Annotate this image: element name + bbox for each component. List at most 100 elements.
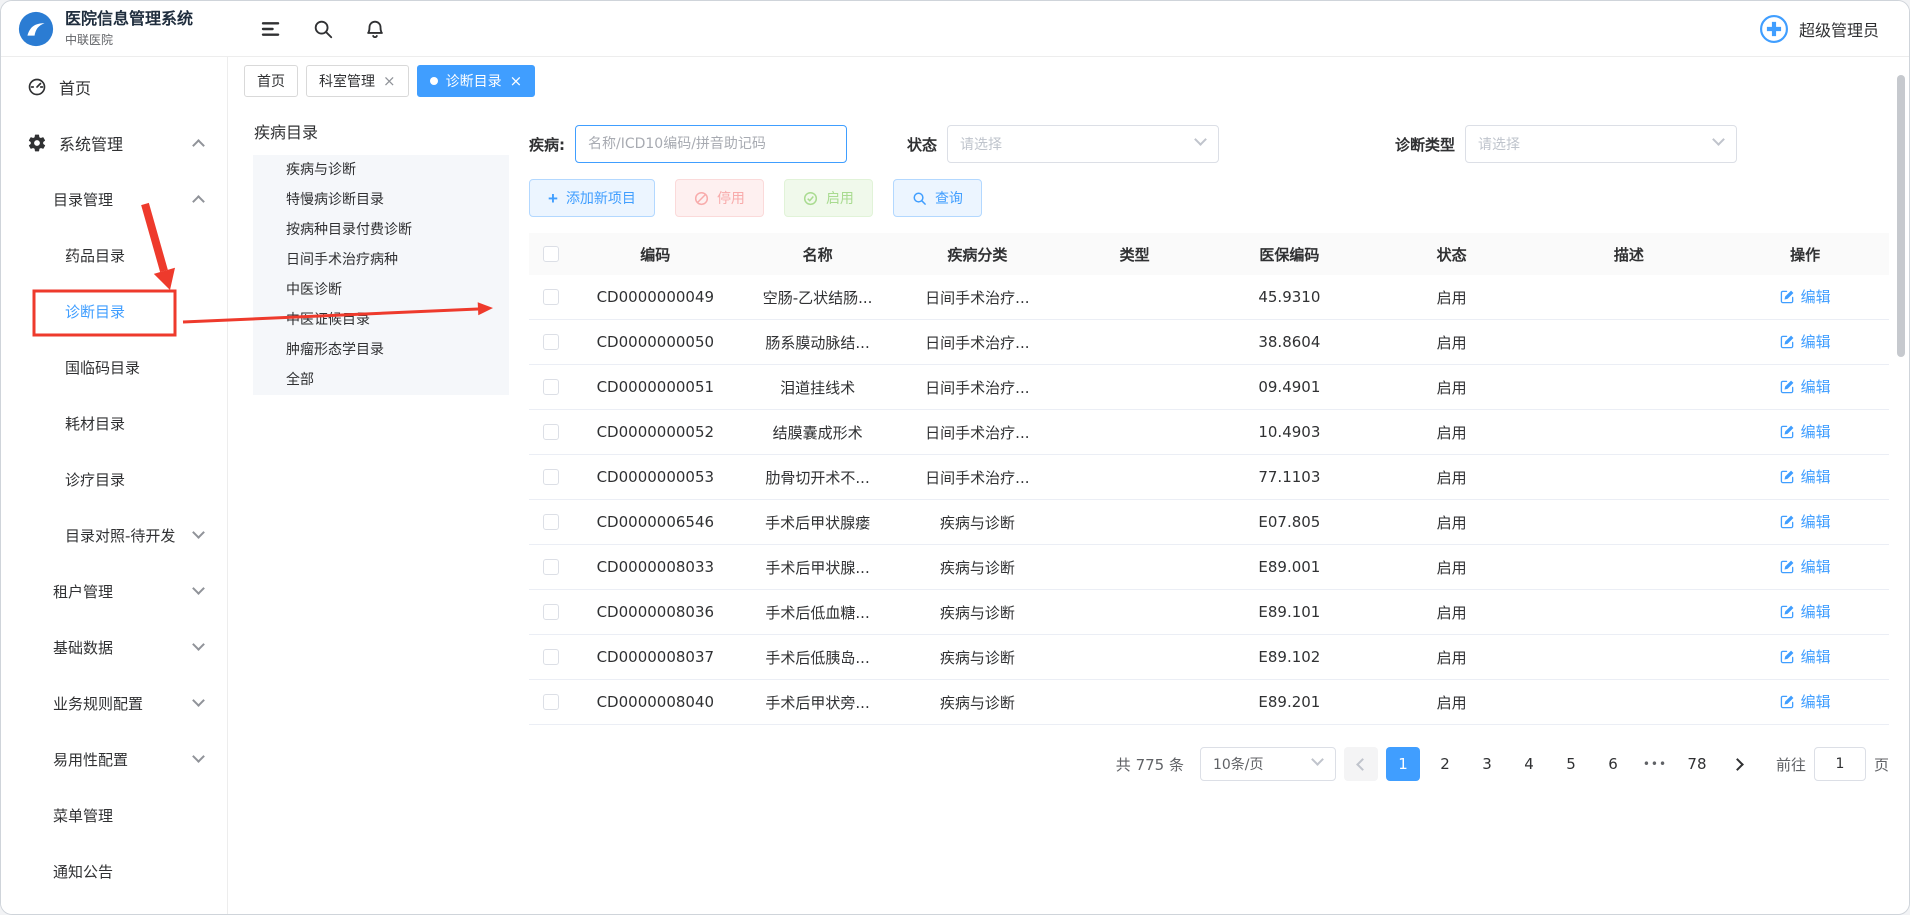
select-all-checkbox[interactable]	[543, 246, 559, 262]
next-page-button[interactable]	[1722, 747, 1756, 781]
top-header: 医院信息管理系统 中联医院 超级管理员	[1, 1, 1909, 57]
disease-filter-label: 疾病:	[529, 134, 565, 155]
cell-insurance_code: E89.201	[1212, 693, 1367, 711]
close-icon[interactable]: ×	[510, 74, 523, 89]
row-checkbox[interactable]	[543, 694, 559, 710]
row-checkbox[interactable]	[543, 469, 559, 485]
logo-area: 医院信息管理系统 中联医院	[1, 9, 228, 47]
row-checkbox[interactable]	[543, 379, 559, 395]
menu-fold-icon[interactable]	[260, 18, 282, 40]
row-checkbox[interactable]	[543, 559, 559, 575]
diagnosis-table: 编码名称疾病分类类型医保编码状态描述操作 CD0000000049空肠-乙状结肠…	[529, 233, 1889, 725]
sidebar-item-10[interactable]: 租户管理	[1, 563, 227, 619]
tab-1[interactable]: 首页	[244, 65, 298, 97]
gear-icon	[27, 133, 47, 153]
sidebar-item-label: 租户管理	[53, 581, 113, 602]
cell-code: CD0000000053	[573, 468, 738, 486]
sidebar-item-5[interactable]: 诊断目录	[1, 283, 227, 339]
disease-search-input[interactable]	[575, 125, 847, 163]
type-filter-label: 诊断类型	[1395, 134, 1455, 155]
add-item-button[interactable]: + 添加新项目	[529, 179, 655, 217]
row-checkbox[interactable]	[543, 604, 559, 620]
disease-category-item[interactable]: 疾病与诊断	[253, 155, 509, 185]
goto-page-input[interactable]	[1814, 747, 1866, 781]
tab-3[interactable]: 诊断目录×	[417, 65, 536, 97]
disease-category-item[interactable]: 中医诊断	[253, 275, 509, 305]
page-button-6[interactable]: 6	[1596, 747, 1630, 781]
close-icon[interactable]: ×	[383, 74, 396, 89]
table-row: CD0000000052结膜囊成形术日间手术治疗...10.4903启用编辑	[529, 410, 1889, 455]
edit-button[interactable]: 编辑	[1780, 556, 1831, 577]
page-button-2[interactable]: 2	[1428, 747, 1462, 781]
vertical-scrollbar[interactable]	[1897, 75, 1905, 357]
query-label: 查询	[935, 188, 963, 208]
status-select[interactable]: 请选择	[947, 125, 1219, 163]
edit-button[interactable]: 编辑	[1780, 376, 1831, 397]
edit-button[interactable]: 编辑	[1780, 421, 1831, 442]
page-button-78[interactable]: 78	[1680, 747, 1714, 781]
cell-name: 结膜囊成形术	[738, 422, 898, 443]
cell-status: 启用	[1367, 602, 1537, 623]
sidebar-item-7[interactable]: 耗材目录	[1, 395, 227, 451]
chevron-down-icon	[192, 526, 205, 539]
sidebar-item-8[interactable]: 诊疗目录	[1, 451, 227, 507]
sidebar-item-15[interactable]: 通知公告	[1, 843, 227, 899]
diagnosis-type-select[interactable]: 请选择	[1465, 125, 1737, 163]
page-button-4[interactable]: 4	[1512, 747, 1546, 781]
row-checkbox[interactable]	[543, 514, 559, 530]
table-row: CD0000008036手术后低血糖...疾病与诊断E89.101启用编辑	[529, 590, 1889, 635]
enable-button[interactable]: 启用	[784, 179, 873, 217]
header-icons	[260, 18, 386, 40]
sidebar-item-4[interactable]: 药品目录	[1, 227, 227, 283]
row-checkbox-cell	[529, 469, 573, 485]
page-button-5[interactable]: 5	[1554, 747, 1588, 781]
edit-button[interactable]: 编辑	[1780, 511, 1831, 532]
page-button-1[interactable]: 1	[1386, 747, 1420, 781]
disease-category-item[interactable]: 肿瘤形态学目录	[253, 335, 509, 365]
tab-2[interactable]: 科室管理×	[306, 65, 409, 97]
sidebar-item-2[interactable]: 系统管理	[1, 115, 227, 171]
sidebar-item-14[interactable]: 菜单管理	[1, 787, 227, 843]
sidebar-item-label: 耗材目录	[65, 413, 125, 434]
dashboard-icon	[27, 77, 47, 97]
diagnosis-table-panel: 疾病: 状态 请选择 诊断类型 请选择 +	[529, 115, 1889, 781]
chevron-down-icon	[1194, 133, 1207, 146]
sidebar-item-12[interactable]: 业务规则配置	[1, 675, 227, 731]
row-checkbox[interactable]	[543, 424, 559, 440]
page-size-select[interactable]: 10条/页	[1200, 747, 1336, 781]
disease-category-item[interactable]: 中医证候目录	[253, 305, 509, 335]
row-checkbox[interactable]	[543, 289, 559, 305]
sidebar-item-1[interactable]: 首页	[1, 59, 227, 115]
disease-category-item[interactable]: 特慢病诊断目录	[253, 185, 509, 215]
sidebar-item-label: 药品目录	[65, 245, 125, 266]
disease-category-item[interactable]: 日间手术治疗病种	[253, 245, 509, 275]
cell-status: 启用	[1367, 422, 1537, 443]
cell-code: CD0000000052	[573, 423, 738, 441]
cell-code: CD0000000050	[573, 333, 738, 351]
edit-button[interactable]: 编辑	[1780, 331, 1831, 352]
edit-button[interactable]: 编辑	[1780, 601, 1831, 622]
page-button-3[interactable]: 3	[1470, 747, 1504, 781]
search-icon[interactable]	[312, 18, 334, 40]
row-checkbox[interactable]	[543, 334, 559, 350]
edit-button[interactable]: 编辑	[1780, 286, 1831, 307]
bell-icon[interactable]	[364, 18, 386, 40]
prev-page-button[interactable]	[1344, 747, 1378, 781]
operation-cell: 编辑	[1721, 556, 1889, 578]
user-menu[interactable]: 超级管理员	[1759, 14, 1879, 44]
sidebar-item-13[interactable]: 易用性配置	[1, 731, 227, 787]
query-button[interactable]: 查询	[893, 179, 982, 217]
sidebar-item-6[interactable]: 国临码目录	[1, 339, 227, 395]
sidebar-item-9[interactable]: 目录对照-待开发	[1, 507, 227, 563]
page-ellipsis[interactable]: •••	[1638, 747, 1672, 781]
sidebar-item-11[interactable]: 基础数据	[1, 619, 227, 675]
edit-button[interactable]: 编辑	[1780, 466, 1831, 487]
disable-button[interactable]: 停用	[675, 179, 764, 217]
sidebar-item-3[interactable]: 目录管理	[1, 171, 227, 227]
disease-category-item[interactable]: 按病种目录付费诊断	[253, 215, 509, 245]
disease-category-item[interactable]: 全部	[253, 365, 509, 395]
edit-button[interactable]: 编辑	[1780, 691, 1831, 712]
cell-status: 启用	[1367, 467, 1537, 488]
row-checkbox[interactable]	[543, 649, 559, 665]
edit-button[interactable]: 编辑	[1780, 646, 1831, 667]
